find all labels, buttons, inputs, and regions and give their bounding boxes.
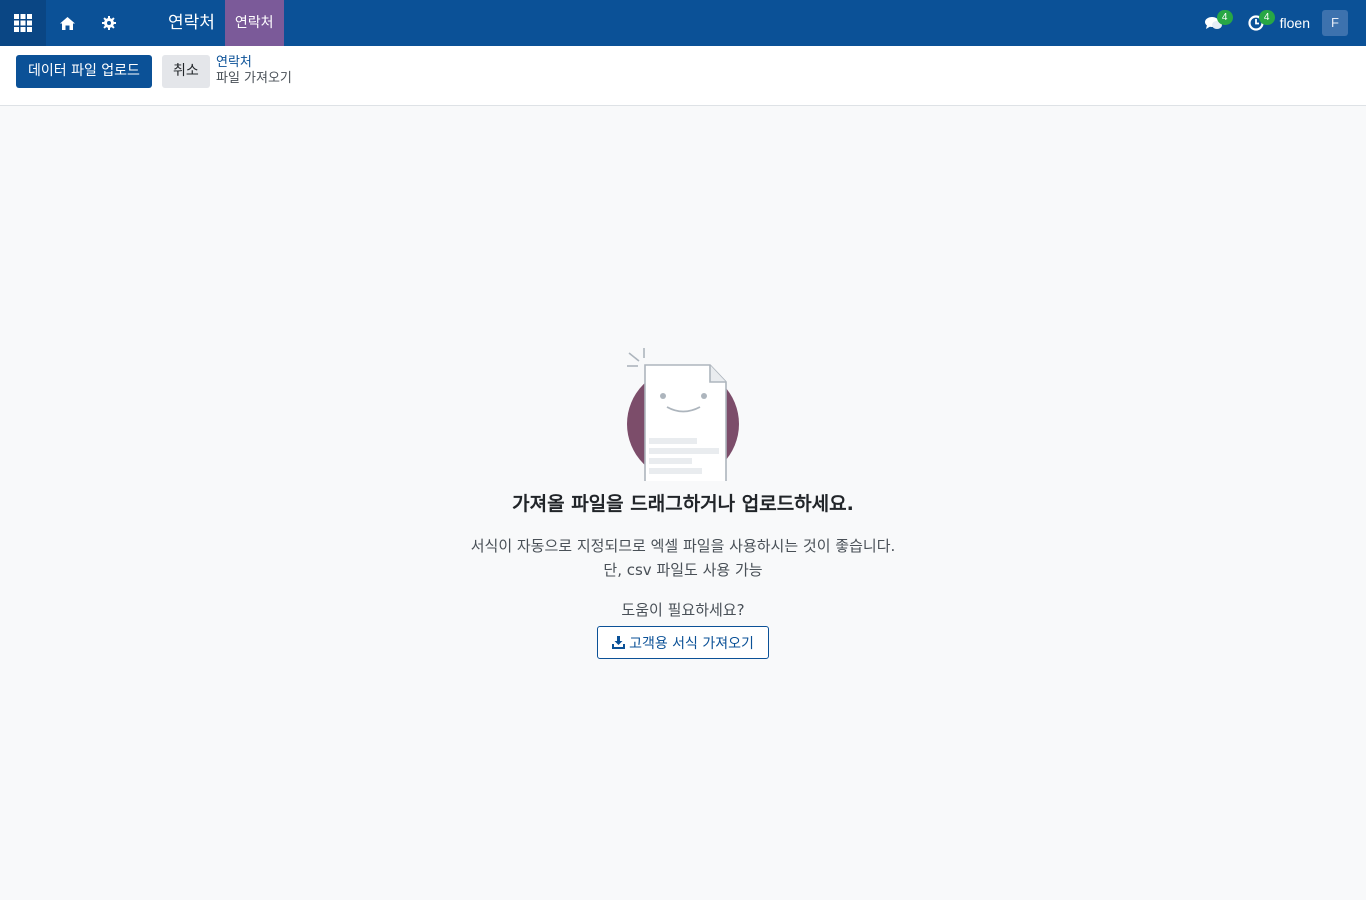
cancel-button[interactable]: 취소 — [162, 55, 210, 88]
breadcrumb: 연락처 파일 가져오기 — [216, 55, 292, 87]
avatar[interactable]: F — [1322, 10, 1348, 36]
user-name[interactable]: floen — [1280, 15, 1310, 31]
import-dropzone[interactable]: 가져올 파일을 드래그하거나 업로드하세요. 서식이 자동으로 지정되므로 엑셀… — [0, 107, 1366, 900]
settings-button[interactable] — [88, 0, 130, 46]
import-template-label: 고객용 서식 가져오기 — [629, 635, 754, 652]
activities-count-badge: 4 — [1258, 10, 1275, 25]
import-template-button[interactable]: 고객용 서식 가져오기 — [597, 626, 769, 659]
dropzone-headline: 가져올 파일을 드래그하거나 업로드하세요. — [512, 493, 854, 515]
home-icon — [59, 16, 75, 30]
app-title[interactable]: 연락처 — [168, 0, 215, 46]
messages-count-badge: 4 — [1216, 10, 1233, 25]
gear-icon — [102, 16, 116, 30]
upload-data-file-button[interactable]: 데이터 파일 업로드 — [16, 55, 152, 88]
help-text: 도움이 필요하세요? — [621, 601, 745, 619]
apps-grid-icon — [14, 14, 32, 32]
description-line-1: 서식이 자동으로 지정되므로 엑셀 파일을 사용하시는 것이 좋습니다. — [470, 537, 896, 555]
activities-button[interactable]: 4 — [1235, 0, 1277, 46]
breadcrumb-current: 파일 가져오기 — [216, 71, 292, 86]
control-panel: 데이터 파일 업로드 취소 연락처 파일 가져오기 — [0, 46, 1366, 106]
description-line-2: 단, csv 파일도 사용 가능 — [603, 561, 763, 579]
systray: 4 4 floen F — [1193, 0, 1348, 46]
dropzone-description: 서식이 자동으로 지정되므로 엑셀 파일을 사용하시는 것이 좋습니다. 단, … — [0, 534, 1366, 582]
menu-item-contacts[interactable]: 연락처 — [224, 0, 284, 46]
messages-button[interactable]: 4 — [1193, 0, 1235, 46]
download-icon — [612, 636, 626, 649]
smiling-file-illustration — [620, 348, 745, 485]
home-button[interactable] — [46, 0, 88, 46]
apps-menu-button[interactable] — [0, 0, 46, 46]
breadcrumb-parent[interactable]: 연락처 — [216, 55, 292, 71]
top-navbar: 연락처 연락처 4 4 floen F — [0, 0, 1366, 46]
